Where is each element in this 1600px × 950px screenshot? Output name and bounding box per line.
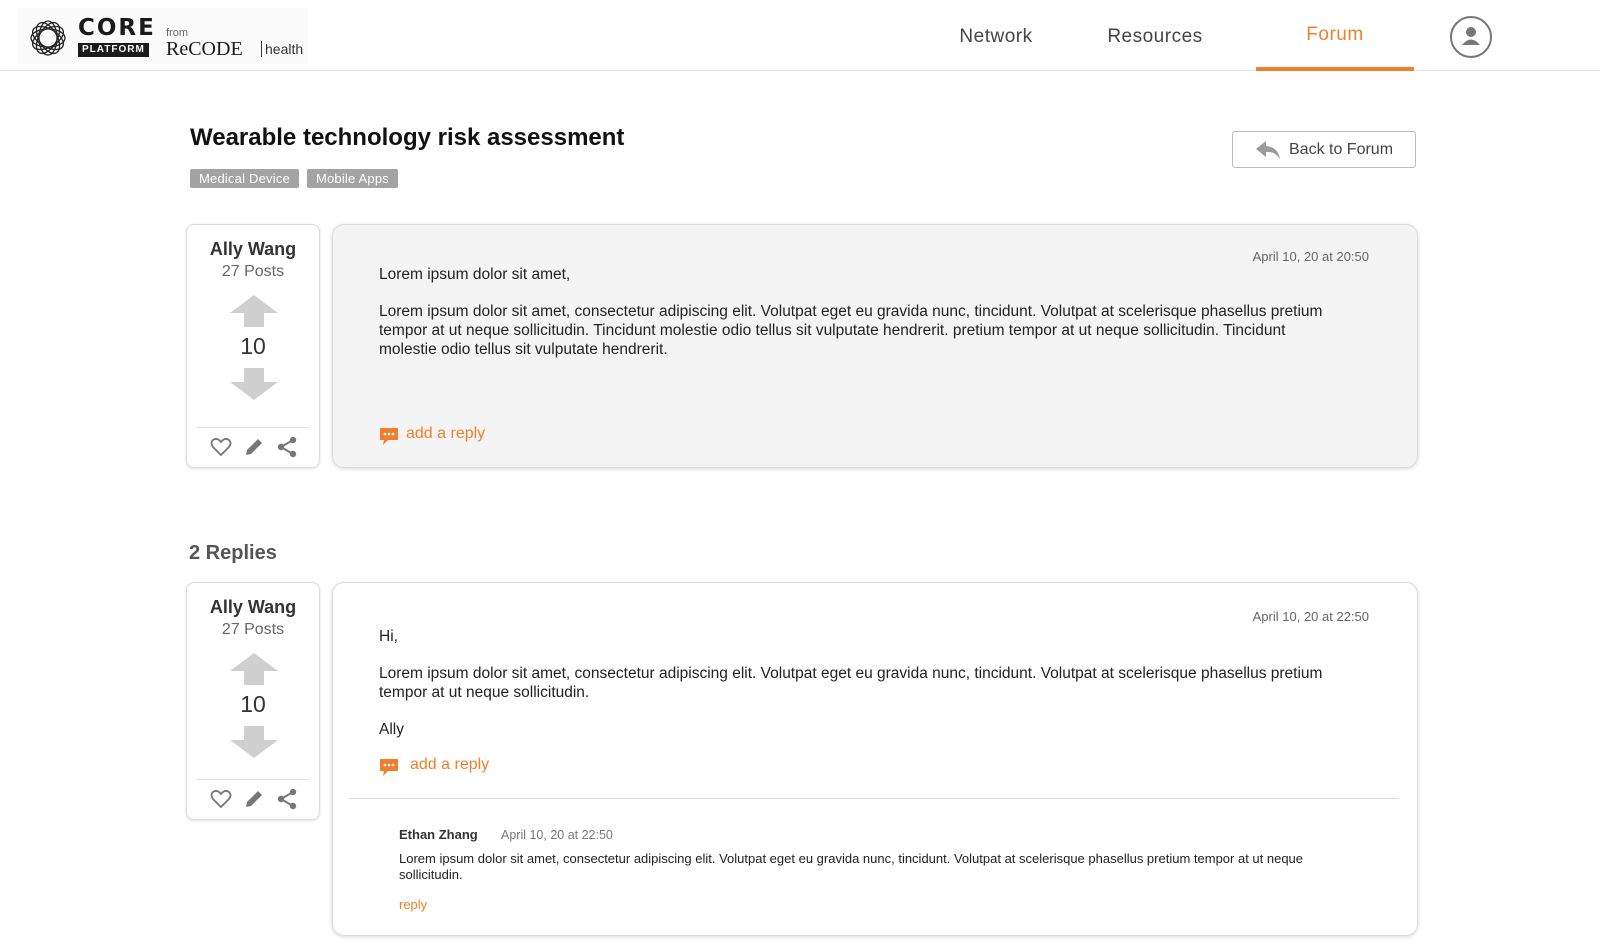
logo-platform-text: PLATFORM — [78, 43, 149, 57]
post-greeting: Lorem ipsum dolor sit amet, — [379, 266, 571, 283]
reply-post: April 10, 20 at 22:50 Hi, Lorem ipsum do… — [332, 582, 1418, 936]
core-platform-logo[interactable]: CORE PLATFORM from ReCODE health — [18, 8, 308, 64]
card-divider — [197, 427, 309, 428]
post-body: Lorem ipsum dolor sit amet, consectetur … — [379, 303, 1323, 358]
core-logo-icon — [30, 20, 66, 56]
replies-count: 2 Replies — [189, 542, 277, 564]
post-date: April 10, 20 at 20:50 — [1252, 249, 1369, 264]
logo-core-text: CORE — [78, 15, 156, 41]
logo-health-text: health — [261, 41, 303, 57]
nav-forum[interactable]: Forum — [1256, 0, 1414, 71]
add-reply-label: add a reply — [410, 756, 490, 773]
heart-icon[interactable] — [209, 787, 233, 811]
thread-title: Wearable technology risk assessment — [190, 124, 625, 151]
main-post: April 10, 20 at 20:50 Lorem ipsum dolor … — [332, 224, 1418, 468]
share-icon[interactable] — [275, 435, 299, 459]
pencil-icon[interactable] — [242, 787, 266, 811]
top-navigation-bar: CORE PLATFORM from ReCODE health Network… — [0, 0, 1600, 71]
vote-count: 10 — [240, 691, 266, 717]
nav-resources[interactable]: Resources — [1090, 0, 1220, 70]
nav-network[interactable]: Network — [946, 0, 1046, 70]
add-reply-label: add a reply — [406, 425, 486, 442]
back-to-forum-label: Back to Forum — [1289, 141, 1394, 158]
thread-tags: Medical Device Mobile Apps — [190, 169, 398, 188]
author-card: Ally Wang 27 Posts 10 — [186, 224, 320, 468]
add-reply-link[interactable]: add a reply — [379, 424, 519, 446]
logo-recode-text: ReCODE — [166, 38, 243, 60]
author-post-count: 27 Posts — [221, 263, 285, 280]
reply-author-card: Ally Wang 27 Posts 10 — [186, 582, 320, 820]
tag-mobile-apps[interactable]: Mobile Apps — [306, 169, 398, 188]
post-body: Lorem ipsum dolor sit amet, consectetur … — [379, 665, 1323, 701]
nested-reply-date: April 10, 20 at 22:50 — [501, 828, 613, 842]
upvote-arrow-icon[interactable] — [230, 653, 278, 685]
pencil-icon[interactable] — [242, 435, 266, 459]
post-greeting: Hi, — [379, 628, 398, 645]
post-signoff: Ally — [379, 721, 404, 738]
author-post-count: 27 Posts — [221, 621, 285, 638]
downvote-arrow-icon[interactable] — [230, 368, 278, 400]
post-actions — [209, 787, 299, 811]
card-divider — [197, 779, 309, 780]
post-actions — [209, 435, 299, 459]
profile-button[interactable] — [1450, 16, 1492, 58]
nested-reply-link[interactable]: reply — [399, 897, 427, 912]
nested-divider — [349, 798, 1399, 799]
comment-icon — [380, 759, 398, 776]
tag-medical-device[interactable]: Medical Device — [190, 169, 299, 188]
author-name[interactable]: Ally Wang — [187, 597, 319, 618]
downvote-arrow-icon[interactable] — [230, 726, 278, 758]
author-name[interactable]: Ally Wang — [187, 239, 319, 260]
user-icon — [1462, 27, 1480, 45]
vote-count: 10 — [240, 333, 266, 359]
reply-arrow-icon — [1256, 141, 1280, 159]
nested-reply-text: Lorem ipsum dolor sit amet, consectetur … — [399, 851, 1304, 882]
back-to-forum-button[interactable]: Back to Forum — [1232, 131, 1416, 168]
nested-reply-author[interactable]: Ethan Zhang — [399, 827, 478, 842]
share-icon[interactable] — [275, 787, 299, 811]
add-reply-link[interactable]: add a reply — [379, 755, 524, 777]
post-date: April 10, 20 at 22:50 — [1252, 609, 1369, 624]
upvote-arrow-icon[interactable] — [230, 295, 278, 327]
heart-icon[interactable] — [209, 435, 233, 459]
comment-icon — [380, 428, 398, 445]
